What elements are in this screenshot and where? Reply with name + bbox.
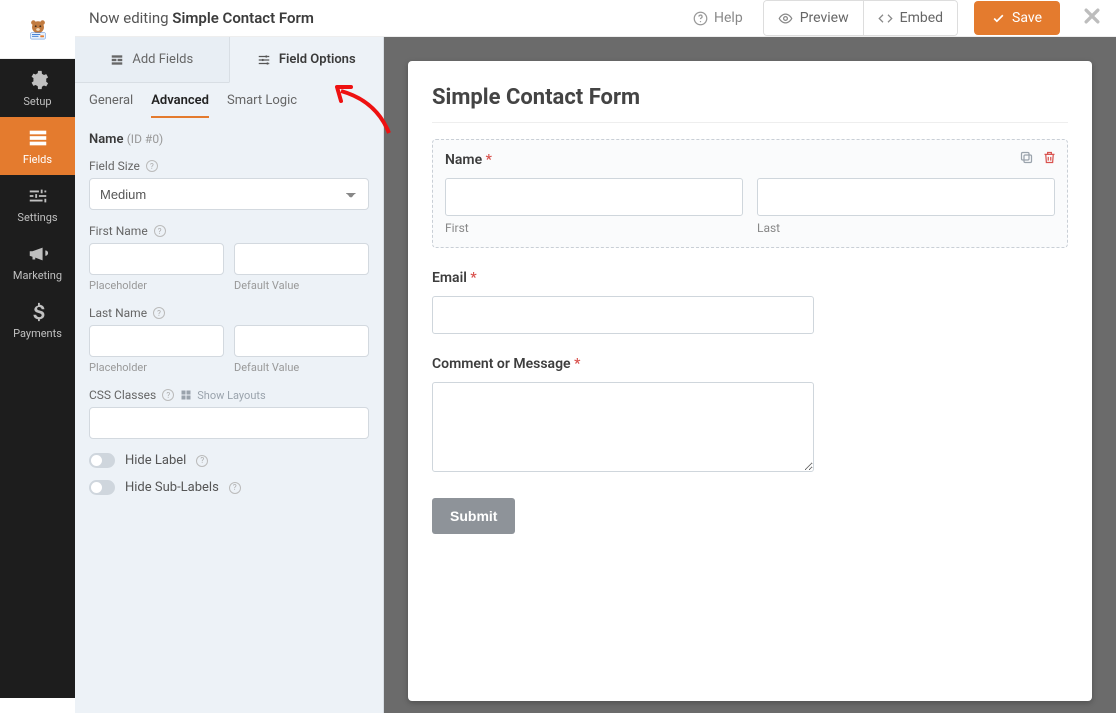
required-asterisk: * [470, 270, 476, 286]
subtab-general[interactable]: General [89, 93, 133, 118]
subtab-row: General Advanced Smart Logic [75, 83, 383, 118]
save-label: Save [1012, 10, 1042, 26]
editing-title: Now editing Simple Contact Form [89, 9, 687, 27]
field-size-label: Field Size [89, 159, 140, 173]
required-asterisk: * [486, 152, 492, 168]
field-options-panel: Add Fields Field Options General Advance… [75, 37, 384, 713]
last-name-label: Last Name [89, 306, 147, 320]
preview-label: Preview [800, 10, 849, 26]
help-icon[interactable]: ? [196, 455, 208, 467]
rail-label: Settings [17, 211, 57, 224]
gear-icon [27, 69, 49, 91]
default-sublabel: Default Value [234, 361, 369, 374]
code-icon [878, 11, 893, 26]
hide-sublabels-toggle[interactable] [89, 480, 115, 495]
form-preview: Simple Contact Form Name * First Last [408, 61, 1092, 701]
comment-textarea[interactable] [432, 382, 814, 472]
last-name-default-input[interactable] [234, 325, 369, 357]
first-name-placeholder-input[interactable] [89, 243, 224, 275]
field-label: Email [432, 270, 467, 286]
rail-item-setup[interactable]: Setup [0, 59, 75, 117]
bullhorn-icon [27, 243, 49, 265]
save-button[interactable]: Save [974, 1, 1060, 35]
help-icon[interactable]: ? [229, 482, 241, 494]
canvas-wrap: Simple Contact Form Name * First Last [384, 37, 1116, 713]
placeholder-sublabel: Placeholder [89, 279, 224, 292]
help-link[interactable]: Help [693, 10, 743, 26]
rail-label: Marketing [13, 269, 62, 282]
hide-sub-text: Hide Sub-Labels [125, 480, 219, 495]
rail-label: Fields [23, 153, 52, 166]
help-label: Help [714, 10, 743, 26]
help-icon [693, 11, 708, 26]
form-preview-title: Simple Contact Form [432, 85, 1068, 110]
last-name-input[interactable] [757, 178, 1055, 216]
hide-label-text: Hide Label [125, 453, 186, 468]
eye-icon [778, 11, 793, 26]
tab-add-label: Add Fields [132, 52, 193, 67]
preview-field-comment[interactable]: Comment or Message * [432, 356, 814, 476]
sliders-icon [257, 53, 271, 67]
tab-opts-label: Field Options [279, 52, 356, 67]
field-id-tag: (ID #0) [127, 132, 164, 146]
left-rail: Setup Fields Settings Marketing Payments [0, 0, 75, 698]
subtab-advanced[interactable]: Advanced [151, 93, 209, 118]
close-button[interactable] [1082, 6, 1102, 30]
close-icon [1082, 6, 1102, 26]
topbar: Now editing Simple Contact Form Help Pre… [75, 0, 1116, 37]
tab-field-options[interactable]: Field Options [229, 37, 384, 83]
embed-button[interactable]: Embed [863, 1, 957, 35]
field-group-title: Name (ID #0) [89, 132, 369, 147]
help-icon[interactable]: ? [153, 307, 165, 319]
editing-prefix: Now editing [89, 9, 172, 27]
rail-item-fields[interactable]: Fields [0, 117, 75, 175]
show-layouts-label: Show Layouts [197, 389, 265, 402]
rail-label: Payments [13, 327, 62, 340]
css-classes-label: CSS Classes [89, 388, 156, 402]
divider [432, 122, 1068, 123]
default-sublabel: Default Value [234, 279, 369, 292]
trash-icon[interactable] [1042, 150, 1057, 165]
hide-label-toggle[interactable] [89, 453, 115, 468]
help-icon[interactable]: ? [154, 225, 166, 237]
rail-item-settings[interactable]: Settings [0, 175, 75, 233]
preview-field-name[interactable]: Name * First Last [432, 139, 1068, 248]
preview-field-email[interactable]: Email * [432, 270, 814, 334]
subtab-smart-logic[interactable]: Smart Logic [227, 93, 297, 118]
required-asterisk: * [574, 356, 580, 372]
email-input[interactable] [432, 296, 814, 334]
fields-icon [27, 127, 49, 149]
field-label: Comment or Message [432, 356, 571, 372]
placeholder-sublabel: Placeholder [89, 361, 224, 374]
duplicate-icon[interactable] [1019, 150, 1034, 165]
show-layouts-link[interactable]: Show Layouts [180, 389, 265, 402]
rail-item-payments[interactable]: Payments [0, 291, 75, 349]
form-name: Simple Contact Form [172, 9, 314, 27]
css-classes-input[interactable] [89, 407, 369, 439]
first-name-default-input[interactable] [234, 243, 369, 275]
field-size-select[interactable]: Medium [89, 178, 369, 210]
field-name-label: Name [89, 132, 123, 147]
first-name-label: First Name [89, 224, 148, 238]
rail-item-marketing[interactable]: Marketing [0, 233, 75, 291]
embed-label: Embed [900, 10, 943, 26]
field-label: Name [445, 152, 482, 168]
first-name-input[interactable] [445, 178, 743, 216]
submit-button[interactable]: Submit [432, 498, 515, 534]
app-logo [0, 0, 75, 59]
help-icon[interactable]: ? [162, 389, 174, 401]
preview-button[interactable]: Preview [764, 1, 863, 35]
last-sublabel: Last [757, 221, 1055, 235]
help-icon[interactable]: ? [146, 160, 158, 172]
last-name-placeholder-input[interactable] [89, 325, 224, 357]
preview-embed-group: Preview Embed [763, 0, 958, 36]
rail-label: Setup [23, 95, 51, 108]
layout-icon [110, 53, 124, 67]
sliders-icon [27, 185, 49, 207]
tab-add-fields[interactable]: Add Fields [75, 37, 229, 83]
dollar-icon [27, 301, 49, 323]
grid-icon [180, 389, 192, 401]
first-sublabel: First [445, 221, 743, 235]
check-icon [992, 12, 1005, 25]
